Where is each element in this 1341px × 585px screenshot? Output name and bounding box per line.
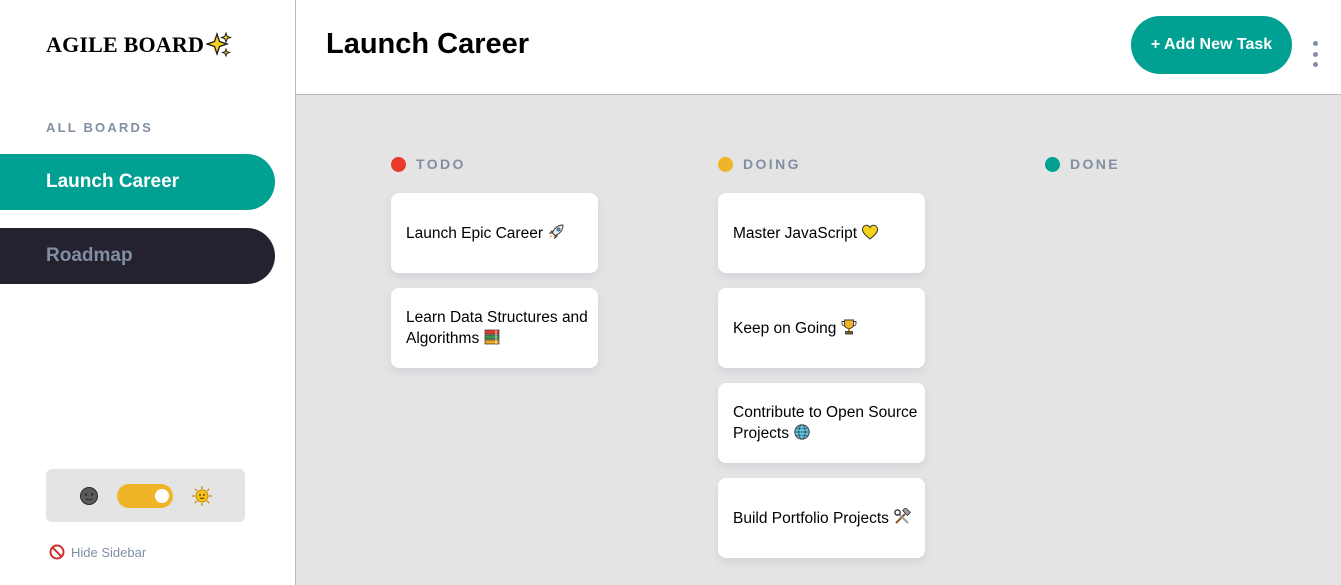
- theme-switcher: [46, 469, 245, 522]
- all-boards-heading: ALL BOARDS: [46, 120, 153, 135]
- logo: AGILE BOARD: [46, 32, 233, 58]
- theme-toggle[interactable]: [116, 483, 173, 508]
- kebab-menu-icon[interactable]: [1309, 41, 1321, 67]
- task-title: Keep on Going: [733, 319, 837, 337]
- task-card[interactable]: Keep on Going: [718, 288, 925, 368]
- task-card[interactable]: Contribute to Open Source Projects: [718, 383, 925, 463]
- sidebar-item-label: Roadmap: [46, 245, 133, 266]
- task-card-content: Contribute to Open Source Projects: [733, 402, 921, 444]
- task-card-content: Master JavaScript: [733, 223, 879, 244]
- sidebar: AGILE BOARD ALL BOARDS Launch Career Roa…: [0, 0, 296, 585]
- task-card-content: Learn Data Structures and Algorithms: [406, 307, 594, 349]
- kebab-dot: [1312, 41, 1318, 46]
- task-title: Contribute to Open Source Projects: [733, 404, 918, 442]
- sun-face-icon: [191, 485, 212, 506]
- logo-text: AGILE BOARD: [46, 32, 205, 57]
- status-dot: [1045, 156, 1060, 172]
- task-card[interactable]: Launch Epic Career: [391, 193, 598, 273]
- hide-sidebar-label: Hide Sidebar: [71, 544, 147, 560]
- task-title: Build Portfolio Projects: [733, 509, 889, 527]
- task-title: Launch Epic Career: [406, 224, 543, 242]
- sparkles-icon: [206, 32, 233, 58]
- kebab-dot: [1312, 62, 1318, 67]
- app: AGILE BOARD ALL BOARDS Launch Career Roa…: [0, 0, 1341, 585]
- yellow-heart-icon: [862, 224, 879, 240]
- task-card[interactable]: Master JavaScript: [718, 193, 925, 273]
- status-dot: [391, 156, 406, 172]
- sidebar-item-label: Launch Career: [46, 171, 180, 192]
- sidebar-item-roadmap[interactable]: Roadmap: [0, 228, 275, 284]
- hammer-and-wrench-icon: [894, 507, 911, 524]
- column-title: DOING: [743, 156, 801, 172]
- globe-icon: [794, 424, 810, 440]
- column-title: TODO: [416, 156, 466, 172]
- task-card-content: Keep on Going: [733, 318, 858, 339]
- kebab-dot: [1312, 51, 1318, 57]
- column-header: DOING: [718, 156, 801, 172]
- column-header: DONE: [1045, 156, 1120, 172]
- add-new-task-button[interactable]: + Add New Task: [1131, 16, 1292, 74]
- page-title: Launch Career: [326, 28, 530, 60]
- books-icon: [484, 329, 500, 345]
- trophy-icon: [841, 319, 857, 334]
- hide-sidebar-button[interactable]: Hide Sidebar: [49, 544, 146, 560]
- task-card[interactable]: Build Portfolio Projects: [718, 478, 925, 558]
- new-moon-face-icon: [79, 486, 98, 505]
- rocket-icon: [548, 224, 564, 239]
- task-card-content: Launch Epic Career: [406, 223, 565, 244]
- task-title: Master JavaScript: [733, 224, 858, 242]
- column-title: DONE: [1070, 156, 1121, 172]
- task-card[interactable]: Learn Data Structures and Algorithms: [391, 288, 598, 368]
- no-entry-icon: [49, 544, 65, 560]
- toggle-knob: [154, 488, 169, 503]
- column-header: TODO: [391, 156, 466, 172]
- status-dot: [718, 156, 733, 172]
- header: Launch Career + Add New Task: [296, 0, 1341, 95]
- board: TODO Launch Epic Career Learn Data Struc…: [296, 95, 1341, 585]
- sidebar-item-launch-career[interactable]: Launch Career: [0, 154, 275, 210]
- task-card-content: Build Portfolio Projects: [733, 507, 911, 529]
